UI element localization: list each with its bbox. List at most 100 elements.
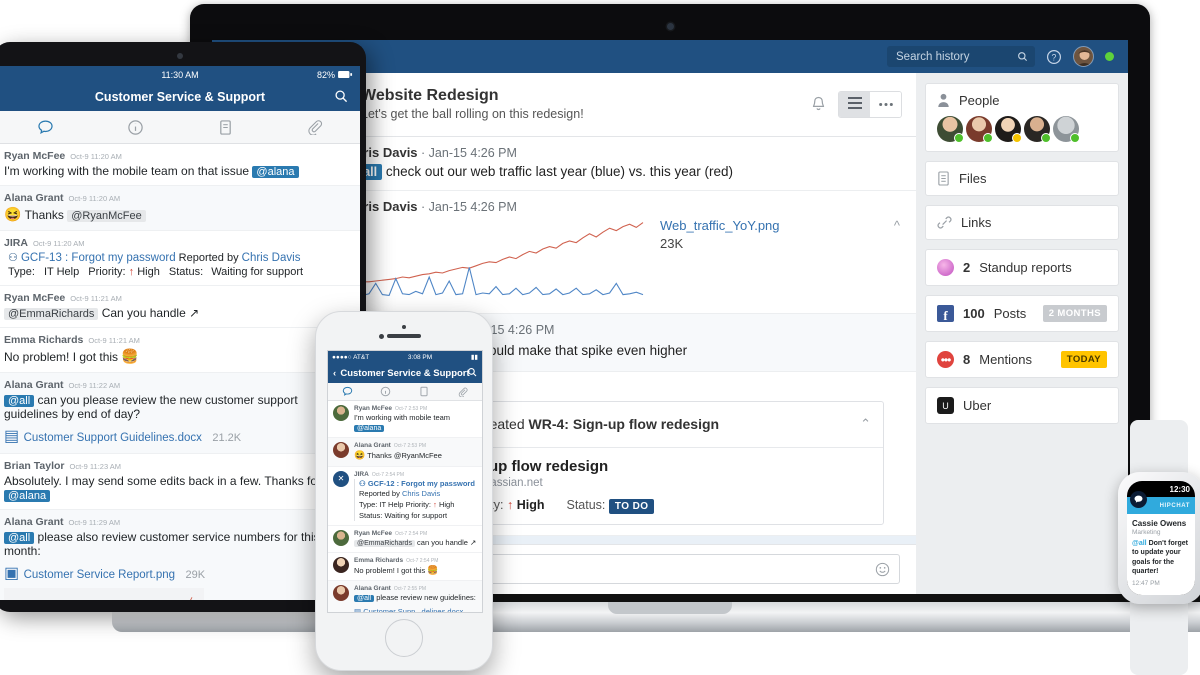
links-card[interactable]: Links — [925, 205, 1119, 240]
mentions-card[interactable]: ••• 8 Mentions TODAY — [925, 341, 1119, 378]
jira-issue-ref[interactable]: GCF-12 : Forgot my password — [368, 479, 475, 488]
message-text: Can you handle ↗ — [101, 306, 200, 320]
chevron-up-icon[interactable]: ^ — [894, 218, 900, 233]
mentions-period-tag: TODAY — [1060, 351, 1107, 368]
attachment-filename[interactable]: Customer Support Guidelines.docx — [24, 432, 202, 444]
watch-band-bottom — [1130, 600, 1188, 675]
web-traffic-chart[interactable] — [346, 218, 646, 304]
uber-card[interactable]: U Uber — [925, 387, 1119, 424]
customer-service-chart[interactable] — [4, 588, 204, 600]
jira-issue-ref[interactable]: WR-4: Sign-up flow redesign — [529, 416, 720, 432]
smiley-icon[interactable] — [875, 562, 890, 577]
tab-attachments[interactable] — [270, 111, 360, 143]
mention-chip[interactable]: @alana — [252, 166, 299, 178]
avatar[interactable] — [966, 116, 993, 143]
tab-info[interactable] — [367, 383, 406, 400]
jira-type-value: IT Help — [43, 266, 80, 278]
attachment-filename[interactable]: Web_traffic_YoY.png — [660, 218, 780, 233]
message-author: Alana Grant — [4, 192, 64, 204]
message-author: JIRA — [4, 237, 28, 249]
tab-files[interactable] — [405, 383, 444, 400]
hipchat-logo-icon — [1130, 491, 1147, 508]
people-avatar-row — [937, 116, 1107, 143]
search-input[interactable]: Search history — [887, 46, 1035, 67]
phone-tab-bar — [328, 383, 482, 401]
message-item: Chris Davis · Jan-15 4:26 PM @all check … — [290, 137, 916, 192]
doc-icon: ▤ — [4, 428, 20, 445]
tablet-message: Alana Grant Oct-9 11:20 AM 😆 Thanks @Ryan… — [0, 186, 360, 231]
avatar[interactable] — [937, 116, 964, 143]
home-button[interactable] — [385, 619, 423, 657]
standup-reports-card[interactable]: 2 Standup reports — [925, 249, 1119, 286]
message-author: Ryan McFee — [354, 529, 392, 537]
mention-chip[interactable]: @RyanMcFee — [67, 210, 146, 222]
bell-icon[interactable] — [811, 96, 826, 113]
tablet-camera-icon — [177, 53, 183, 59]
tab-files[interactable] — [180, 111, 270, 143]
user-avatar[interactable] — [1073, 46, 1094, 67]
list-view-icon[interactable] — [839, 91, 870, 117]
avatar[interactable] — [1053, 116, 1080, 143]
chevron-left-icon[interactable]: ‹ — [333, 368, 336, 379]
avatar[interactable] — [1024, 116, 1051, 143]
message-author: Ryan McFee — [4, 292, 66, 304]
message-text: check out our web traffic last year (blu… — [385, 164, 733, 179]
mention-chip[interactable]: @all — [4, 395, 35, 407]
tab-attachments[interactable] — [444, 383, 483, 400]
chevron-up-double-icon[interactable]: ⌃ — [860, 416, 871, 432]
message-author: Brian Taylor — [4, 460, 65, 472]
reported-by-label: Reported by — [359, 489, 400, 499]
people-card[interactable]: People — [925, 83, 1119, 152]
message-author: Emma Richards — [4, 334, 84, 346]
mention-chip[interactable]: @all — [354, 595, 375, 603]
search-icon[interactable] — [334, 89, 348, 106]
posts-period-tag: 2 MONTHS — [1042, 305, 1107, 322]
message-author: Alana Grant — [354, 441, 391, 449]
message-time: Oct-7 2:53 PM — [394, 406, 428, 412]
room-header: Website Redesign Let's get the ball roll… — [290, 73, 916, 137]
jira-type-label: Type: — [8, 266, 35, 278]
jira-issue-ref[interactable]: GCF-13 : Forgot my password — [21, 252, 176, 264]
phone-clock: 3:08 PM — [407, 353, 433, 361]
posts-card[interactable]: f 100 Posts 2 MONTHS — [925, 295, 1119, 332]
priority-up-icon: ↑ — [128, 266, 135, 278]
attachment-filesize: 21.2K — [212, 432, 242, 444]
message-time: · Jan-15 4:26 PM — [421, 200, 517, 215]
message-text: please also review customer service numb… — [4, 530, 320, 558]
search-icon[interactable] — [467, 367, 477, 380]
files-card[interactable]: Files — [925, 161, 1119, 196]
jira-priority-value: High — [516, 498, 545, 513]
standup-label: Standup reports — [979, 260, 1072, 275]
message-time: Oct-9 11:21 AM — [88, 336, 140, 345]
tab-chat[interactable] — [328, 383, 367, 400]
mention-all: @all — [1132, 540, 1147, 547]
message-time: Oct-9 11:20 AM — [70, 152, 122, 161]
attachment-filename[interactable]: Customer Supp...delines.docx — [363, 607, 463, 612]
tablet-battery: 82% — [317, 70, 353, 80]
mention-chip[interactable]: @all — [4, 532, 35, 544]
avatar — [333, 405, 349, 421]
jira-status-field: Status: TO DO — [567, 498, 655, 515]
jira-type-label: Type: — [359, 500, 378, 510]
tab-info[interactable] — [90, 111, 180, 143]
tab-chat[interactable] — [0, 111, 90, 143]
jira-reporter[interactable]: Chris Davis — [242, 252, 301, 264]
watch-notification-card[interactable]: Cassie Owens Marketing @all Don't forget… — [1127, 514, 1195, 595]
files-label: Files — [959, 171, 987, 186]
message-time: Oct-9 11:23 AM — [69, 462, 122, 471]
attachment-filename[interactable]: Customer Service Report.png — [24, 569, 175, 581]
message-time: Oct-9 11:20 AM — [32, 239, 85, 248]
message-text: I'm working with mobile team — [354, 413, 451, 422]
help-circle-icon[interactable]: ? — [1046, 49, 1062, 65]
mention-chip[interactable]: @alana — [354, 424, 385, 432]
mention-chip[interactable]: @EmmaRichards — [354, 539, 415, 547]
tablet-message: Alana Grant Oct-9 11:29 AM @all please al… — [0, 510, 360, 600]
status-badge: TO DO — [608, 499, 655, 515]
mention-chip[interactable]: @EmmaRichards — [4, 308, 99, 320]
mention-chip[interactable]: @alana — [4, 490, 51, 502]
ellipsis-icon[interactable] — [870, 91, 901, 117]
message-time: Oct-9 11:22 AM — [68, 381, 121, 390]
watch-brand-label: HIPCHAT — [1159, 502, 1190, 509]
avatar[interactable] — [995, 116, 1022, 143]
jira-reporter[interactable]: Chris Davis — [402, 489, 440, 498]
